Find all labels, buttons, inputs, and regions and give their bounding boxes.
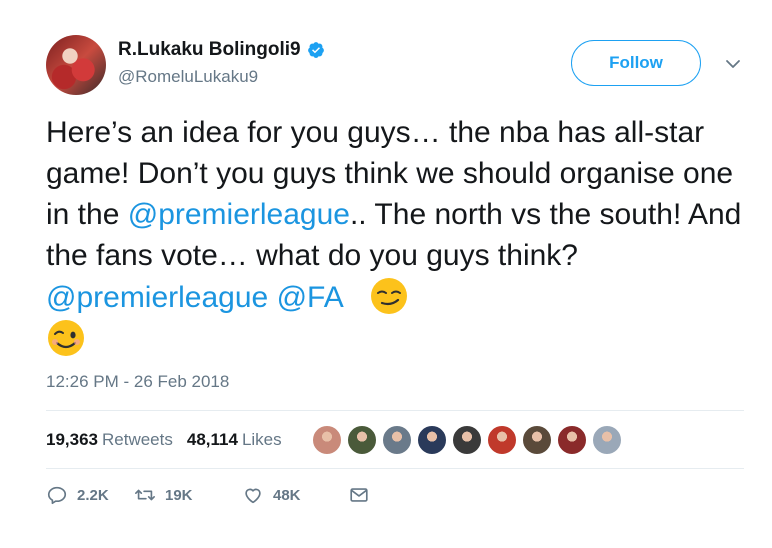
liker-avatar-6[interactable] (487, 425, 517, 455)
liker-avatar-9[interactable] (592, 425, 622, 455)
divider (46, 410, 744, 411)
envelope-icon (350, 488, 368, 502)
follow-button[interactable]: Follow (571, 40, 701, 86)
like-button[interactable]: 48K (242, 484, 348, 506)
liker-avatar-5[interactable] (452, 425, 482, 455)
author-name-row: R.Lukaku Bolingoli9 (118, 39, 325, 61)
mention-link[interactable]: @FA (277, 281, 344, 314)
tweet-timestamp[interactable]: 12:26 PM - 26 Feb 2018 (46, 372, 229, 392)
likes-label[interactable]: Likes (242, 430, 282, 450)
liker-avatar-3[interactable] (382, 425, 412, 455)
liker-avatar-1[interactable] (312, 425, 342, 455)
chevron-down-icon[interactable] (725, 58, 741, 70)
retweet-count: 19K (165, 486, 193, 504)
liker-avatar-4[interactable] (417, 425, 447, 455)
tweet-text: Here’s an idea for you guys… the nba has… (46, 112, 746, 360)
retweets-label[interactable]: Retweets (102, 430, 173, 450)
mention-link[interactable]: @premierleague (46, 281, 268, 314)
reply-button[interactable]: 2.2K (46, 484, 134, 506)
retweet-button[interactable]: 19K (134, 484, 242, 506)
divider (46, 468, 744, 469)
smirking-face-icon (370, 278, 407, 314)
retweets-count[interactable]: 19,363 (46, 430, 98, 450)
retweet-icon (135, 489, 155, 501)
user-handle[interactable]: @RomeluLukaku9 (118, 67, 258, 87)
avatar[interactable] (46, 35, 106, 95)
direct-message-button[interactable] (348, 484, 379, 506)
tweet-stats: 19,363 Retweets 48,114 Likes (46, 425, 296, 455)
tweet-actions: 2.2K 19K 48K (46, 484, 379, 506)
reply-count: 2.2K (77, 486, 109, 504)
display-name[interactable]: R.Lukaku Bolingoli9 (118, 39, 301, 61)
tweet-card: R.Lukaku Bolingoli9 @RomeluLukaku9 Follo… (0, 0, 772, 548)
tweet-text-space (268, 281, 276, 314)
likes-count[interactable]: 48,114 (187, 430, 238, 450)
liker-avatar-7[interactable] (522, 425, 552, 455)
like-count: 48K (273, 486, 301, 504)
liker-avatar-8[interactable] (557, 425, 587, 455)
winking-face-icon (48, 320, 84, 356)
liker-avatar-2[interactable] (347, 425, 377, 455)
heart-icon (245, 488, 261, 504)
reply-icon (47, 486, 67, 505)
verified-badge-icon (307, 42, 324, 58)
liker-avatars (312, 425, 627, 455)
mention-link[interactable]: @premierleague (128, 198, 350, 231)
